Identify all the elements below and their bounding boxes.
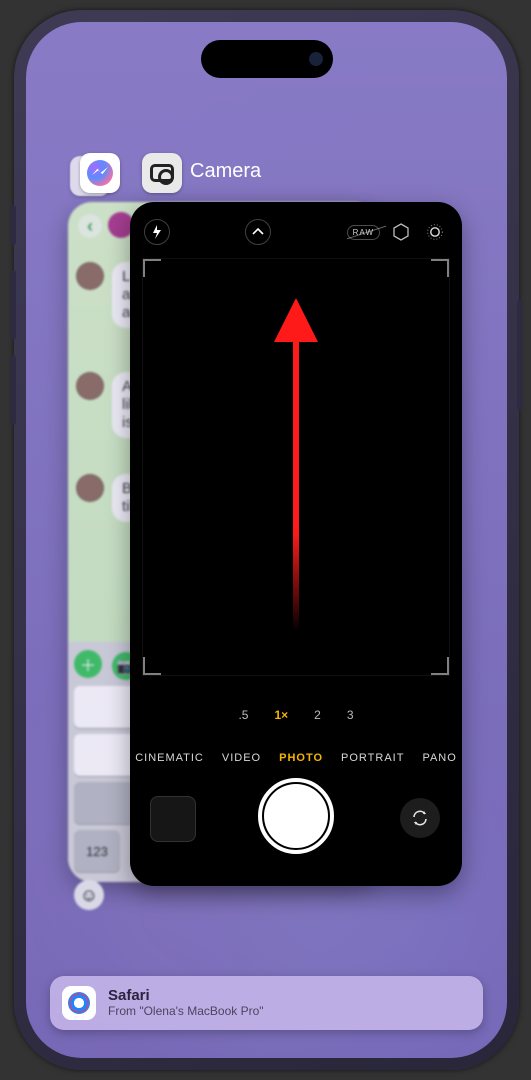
mode-portrait[interactable]: PORTRAIT <box>341 752 404 764</box>
avatar <box>76 474 104 502</box>
shutter-button[interactable] <box>264 784 328 848</box>
flash-icon[interactable] <box>144 219 170 245</box>
safari-icon <box>62 986 96 1020</box>
front-app-label: Camera <box>190 160 261 183</box>
camera-top-bar: RAW <box>130 212 462 252</box>
switch-camera-button[interactable] <box>400 798 440 838</box>
mode-video[interactable]: VIDEO <box>222 752 261 764</box>
screen: ⌘ Camera ‹ Lu ap ar Ar lik is Bu til <box>26 22 507 1058</box>
handoff-title: Safari <box>108 987 264 1004</box>
zoom-2[interactable]: 2 <box>314 708 321 722</box>
chevron-up-icon[interactable] <box>245 219 271 245</box>
zoom-0-5[interactable]: .5 <box>238 708 248 722</box>
handoff-subtitle: From "Olena's MacBook Pro" <box>108 1005 264 1019</box>
mode-selector[interactable]: CINEMATIC VIDEO PHOTO PORTRAIT PANO <box>130 752 462 764</box>
back-chevron-icon[interactable]: ‹ <box>78 214 102 238</box>
messenger-app-icon[interactable] <box>80 153 120 193</box>
app-card-camera[interactable]: RAW .5 1× 2 3 CINEMATIC <box>130 202 462 886</box>
mode-cinematic[interactable]: CINEMATIC <box>135 752 204 764</box>
prores-icon[interactable] <box>388 219 414 245</box>
mode-pano[interactable]: PANO <box>422 752 456 764</box>
last-photo-thumbnail[interactable] <box>150 796 196 842</box>
handoff-banner[interactable]: Safari From "Olena's MacBook Pro" <box>50 976 483 1030</box>
iphone-frame: ⌘ Camera ‹ Lu ap ar Ar lik is Bu til <box>14 10 519 1070</box>
camera-app-icon[interactable] <box>142 153 182 193</box>
ringer-switch <box>10 205 16 245</box>
zoom-3[interactable]: 3 <box>347 708 354 722</box>
volume-down-button <box>10 355 16 425</box>
swipe-up-arrow-annotation <box>293 302 299 632</box>
side-power-button <box>517 300 523 410</box>
mode-photo[interactable]: PHOTO <box>279 752 323 764</box>
zoom-selector[interactable]: .5 1× 2 3 <box>130 708 462 722</box>
camera-icon <box>150 164 174 182</box>
numbers-key[interactable]: 123 <box>74 830 120 872</box>
live-photo-icon[interactable] <box>422 219 448 245</box>
raw-toggle[interactable]: RAW <box>347 225 380 240</box>
volume-up-button <box>10 270 16 340</box>
messenger-icon <box>87 160 113 186</box>
plus-button[interactable]: ＋ <box>74 650 102 678</box>
avatar <box>76 372 104 400</box>
dynamic-island <box>201 40 333 78</box>
emoji-key[interactable]: ☺ <box>74 880 104 910</box>
avatar <box>76 262 104 290</box>
zoom-1x[interactable]: 1× <box>274 708 288 722</box>
